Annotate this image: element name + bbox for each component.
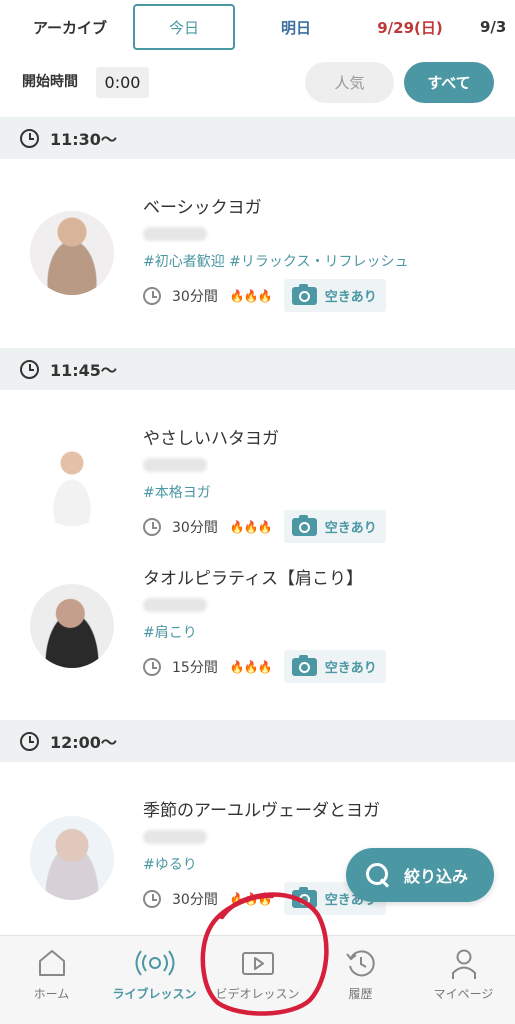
nav-label: ライブレッスン bbox=[112, 987, 197, 1001]
camera-icon bbox=[291, 283, 317, 305]
lesson-title: タオルピラティス【肩こり】 bbox=[143, 569, 363, 589]
duration-clock-icon bbox=[143, 517, 161, 536]
availability-badge: 空きあり bbox=[283, 279, 386, 312]
duration-clock-icon bbox=[143, 286, 161, 305]
user-icon bbox=[449, 948, 479, 984]
nav-label: ホーム bbox=[33, 987, 70, 1001]
duration-clock-icon bbox=[143, 657, 161, 676]
lesson-title: 季節のアーユルヴェーダとヨガ bbox=[143, 801, 380, 821]
duration-clock-icon bbox=[143, 889, 161, 908]
nav-label: マイページ bbox=[433, 987, 494, 1001]
lesson-title: やさしいハタヨガ bbox=[143, 429, 279, 449]
nav-live-lesson[interactable]: ライブレッスン bbox=[103, 936, 206, 1024]
tab-today[interactable]: 今日 bbox=[133, 4, 235, 50]
lesson-tags: #初心者歓迎 #リラックス・リフレッシュ bbox=[143, 254, 409, 270]
availability-text: 空きあり bbox=[324, 521, 377, 536]
lesson-duration: 30分間 bbox=[172, 519, 218, 536]
instructor-name bbox=[143, 830, 207, 844]
lesson-tags: #本格ヨガ bbox=[143, 485, 211, 501]
tab-sep-29[interactable]: 9/29(日) bbox=[362, 4, 458, 50]
timeslot-header: 11:30〜 bbox=[0, 117, 515, 159]
sort-all-button[interactable]: すべて bbox=[404, 62, 494, 103]
lesson-card[interactable]: ベーシックヨガ #初心者歓迎 #リラックス・リフレッシュ 30分間 🔥🔥🔥 空き… bbox=[0, 185, 515, 325]
nav-home[interactable]: ホーム bbox=[0, 936, 103, 1024]
tab-tomorrow[interactable]: 明日 bbox=[250, 4, 342, 50]
lesson-title: ベーシックヨガ bbox=[143, 198, 262, 218]
clock-icon bbox=[20, 731, 39, 751]
tab-archive[interactable]: アーカイブ bbox=[22, 4, 118, 50]
history-icon bbox=[345, 948, 377, 984]
camera-icon bbox=[291, 654, 317, 676]
availability-badge: 空きあり bbox=[283, 510, 386, 543]
live-icon bbox=[135, 948, 175, 982]
instructor-avatar bbox=[30, 442, 114, 526]
clock-icon bbox=[20, 128, 39, 148]
availability-badge: 空きあり bbox=[283, 650, 386, 683]
lesson-tags: #ゆるり bbox=[143, 857, 197, 873]
intensity-flames-icon: 🔥🔥🔥 bbox=[229, 659, 273, 674]
availability-text: 空きあり bbox=[324, 661, 377, 676]
lesson-tags: #肩こり bbox=[143, 625, 197, 641]
nav-my-page[interactable]: マイページ bbox=[412, 936, 515, 1024]
timeslot-time: 11:45〜 bbox=[50, 361, 117, 380]
filter-button-label: 絞り込み bbox=[404, 867, 469, 886]
timeslot-header: 11:45〜 bbox=[0, 348, 515, 390]
home-icon bbox=[36, 948, 68, 982]
search-icon bbox=[366, 863, 390, 887]
clock-icon bbox=[20, 359, 39, 379]
timeslot-time: 11:30〜 bbox=[50, 130, 117, 149]
lesson-duration: 15分間 bbox=[172, 659, 218, 676]
instructor-avatar bbox=[30, 816, 114, 900]
tab-sep-30[interactable]: 9/3 bbox=[480, 4, 515, 50]
filter-button[interactable]: 絞り込み bbox=[346, 848, 494, 902]
date-tabs: アーカイブ 今日 明日 9/29(日) 9/3 bbox=[0, 0, 515, 56]
red-annotation-circle bbox=[200, 892, 329, 1016]
instructor-name bbox=[143, 458, 207, 472]
intensity-flames-icon: 🔥🔥🔥 bbox=[229, 288, 273, 303]
instructor-name bbox=[143, 227, 207, 241]
sort-popular-button[interactable]: 人気 bbox=[305, 62, 394, 103]
lesson-duration: 30分間 bbox=[172, 288, 218, 305]
timeslot-time: 12:00〜 bbox=[50, 733, 117, 752]
intensity-flames-icon: 🔥🔥🔥 bbox=[229, 519, 273, 534]
availability-text: 空きあり bbox=[324, 290, 377, 305]
lesson-card[interactable]: やさしいハタヨガ #本格ヨガ 30分間 🔥🔥🔥 空きあり bbox=[0, 416, 515, 556]
timeslot-header: 12:00〜 bbox=[0, 720, 515, 762]
lesson-card[interactable]: タオルピラティス【肩こり】 #肩こり 15分間 🔥🔥🔥 空きあり bbox=[0, 556, 515, 696]
camera-icon bbox=[291, 514, 317, 536]
instructor-avatar bbox=[30, 211, 114, 295]
instructor-name bbox=[143, 598, 207, 612]
instructor-avatar bbox=[30, 584, 114, 668]
start-time-selector[interactable]: 0:00 bbox=[96, 67, 149, 98]
start-time-label: 開始時間 bbox=[22, 74, 78, 90]
